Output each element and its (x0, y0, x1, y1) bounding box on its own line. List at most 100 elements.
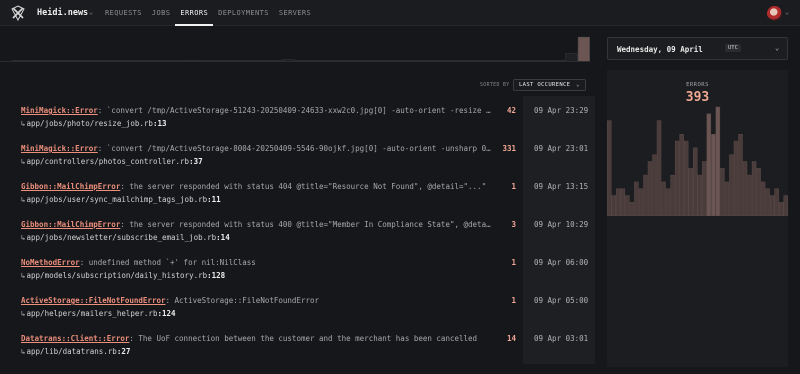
error-location: ↳app/jobs/user/sync_mailchimp_tags_job.r… (21, 195, 221, 204)
histogram-bar[interactable] (747, 174, 752, 216)
histogram-bar[interactable] (643, 174, 648, 216)
histogram-bar[interactable] (774, 188, 779, 216)
histogram-bar[interactable] (756, 168, 761, 216)
app-name[interactable]: Heidi.news (37, 8, 88, 18)
error-class-link[interactable]: ActiveStorage::FileNotFoundError (21, 296, 166, 305)
histogram-bar[interactable] (702, 161, 707, 217)
histogram-bar[interactable] (607, 120, 612, 216)
error-summary: Gibbon::MailChimpError: the server respo… (21, 220, 493, 229)
histogram-bar[interactable] (760, 181, 766, 216)
error-count: 1 (511, 296, 516, 305)
error-class-link[interactable]: Gibbon::MailChimpError (21, 182, 120, 191)
error-count: 1 (511, 258, 516, 267)
histogram-bar[interactable] (683, 140, 689, 216)
nav-tab-requests[interactable]: REQUESTS (100, 0, 147, 26)
histogram-bar[interactable] (693, 147, 698, 216)
histogram-bar[interactable] (661, 181, 666, 216)
error-count: 3 (511, 220, 516, 229)
nav-tab-deployments[interactable]: DEPLOYMENTS (213, 0, 274, 26)
error-row[interactable]: Datatrans::Client::Error: The UoF connec… (0, 334, 600, 372)
return-arrow-icon: ↳ (21, 347, 26, 356)
return-arrow-icon: ↳ (21, 271, 26, 280)
nav-tab-errors[interactable]: ERRORS (175, 0, 214, 26)
histogram-bar[interactable] (638, 188, 644, 216)
error-summary: Gibbon::MailChimpError: the server respo… (21, 182, 493, 191)
histogram-bar[interactable] (706, 113, 712, 216)
divider (0, 61, 590, 62)
histogram-bar[interactable] (738, 134, 743, 216)
histogram-bar[interactable] (751, 161, 757, 217)
histogram-bar[interactable] (688, 168, 693, 216)
histogram-bar[interactable] (742, 161, 748, 217)
histogram-bar[interactable] (765, 188, 770, 216)
timeline-histogram[interactable] (12, 36, 590, 62)
error-class-link[interactable]: Gibbon::MailChimpError (21, 220, 120, 229)
error-location: ↳app/jobs/newsletter/subscribe_email_job… (21, 233, 230, 242)
error-file-path: app/models/subscription/daily_history.rb (26, 271, 208, 280)
error-row[interactable]: Gibbon::MailChimpError: the server respo… (0, 182, 600, 220)
error-row[interactable]: MiniMagick::Error: `convert /tmp/ActiveS… (0, 144, 600, 182)
error-class-link[interactable]: MiniMagick::Error (21, 106, 98, 115)
error-count: 14 (506, 334, 516, 343)
histogram-bar[interactable] (679, 134, 684, 216)
error-last-seen: 09 Apr 05:00 (534, 296, 589, 305)
histogram-bar[interactable] (729, 154, 734, 216)
error-row[interactable]: NoMethodError: undefined method `+' for … (0, 258, 600, 296)
histogram-bar[interactable] (674, 140, 680, 216)
error-message: : `convert /tmp/ActiveStorage-8004-20250… (97, 144, 493, 153)
error-last-seen: 09 Apr 13:15 (534, 182, 589, 191)
error-location: ↳app/controllers/photos_controller.rb:37 (21, 157, 203, 166)
error-file-path: app/controllers/photos_controller.rb (26, 157, 190, 166)
histogram-bar[interactable] (733, 140, 739, 216)
error-count: 1 (511, 182, 516, 191)
error-message: : the server responded with status 404 @… (120, 182, 487, 191)
histogram-bar[interactable] (665, 188, 671, 216)
error-row[interactable]: Gibbon::MailChimpError: the server respo… (0, 220, 600, 258)
histogram-bar[interactable] (769, 195, 775, 216)
error-class-link[interactable]: MiniMagick::Error (21, 144, 98, 153)
histogram-bar[interactable] (656, 120, 662, 216)
histogram-bar[interactable] (779, 202, 784, 216)
histogram-bar[interactable] (577, 36, 590, 62)
histogram-bar[interactable] (783, 195, 788, 216)
histogram-bar[interactable] (670, 174, 675, 216)
histogram-bar[interactable] (620, 188, 626, 216)
error-row[interactable]: ActiveStorage::FileNotFoundError: Active… (0, 296, 600, 334)
chevron-down-icon[interactable]: ⌄ (785, 8, 789, 16)
error-location: ↳app/models/subscription/daily_history.r… (21, 271, 225, 280)
histogram-bar[interactable] (647, 161, 653, 217)
user-avatar-icon[interactable] (767, 6, 782, 21)
nav-tab-servers[interactable]: SERVERS (274, 0, 316, 26)
chevron-down-icon[interactable]: ⌄ (89, 8, 93, 16)
error-row[interactable]: MiniMagick::Error: `convert /tmp/ActiveS… (0, 106, 600, 144)
error-location: ↳app/lib/datatrans.rb:27 (21, 347, 130, 356)
histogram-bar[interactable] (611, 195, 617, 216)
error-class-link[interactable]: Datatrans::Client::Error (21, 334, 129, 343)
histogram-bar[interactable] (634, 181, 639, 216)
chevron-down-icon: ⌄ (576, 81, 580, 88)
error-line-number: :27 (116, 347, 131, 356)
error-class-link[interactable]: NoMethodError (21, 258, 80, 267)
histogram-bar[interactable] (715, 106, 721, 216)
histogram-bar[interactable] (629, 202, 635, 216)
errors-summary-label: ERRORS (686, 82, 709, 88)
histogram-bar[interactable] (711, 134, 716, 216)
histogram-bar[interactable] (697, 174, 702, 216)
histogram-bar[interactable] (616, 188, 621, 216)
error-summary: MiniMagick::Error: `convert /tmp/ActiveS… (21, 144, 493, 153)
histogram-bar[interactable] (720, 168, 725, 216)
date-picker[interactable]: Wednesday, 09 April UTC ⌄ (607, 37, 788, 60)
x-shield-logo-icon[interactable] (10, 5, 26, 21)
top-navigation-bar: Heidi.news ⌄ REQUESTS JOBS ERRORS DEPLOY… (0, 0, 800, 26)
sort-select[interactable]: LAST OCCURENCE ⌄ (513, 79, 586, 91)
error-message: : The UoF connection between the custome… (129, 334, 478, 343)
return-arrow-icon: ↳ (21, 157, 26, 166)
sort-label: SORTED BY (480, 83, 510, 88)
errors-histogram[interactable] (607, 105, 788, 216)
nav-tab-jobs[interactable]: JOBS (147, 0, 175, 26)
histogram-bar[interactable] (724, 181, 730, 216)
error-summary: ActiveStorage::FileNotFoundError: Active… (21, 296, 493, 305)
error-summary: NoMethodError: undefined method `+' for … (21, 258, 493, 267)
histogram-bar[interactable] (625, 195, 630, 216)
histogram-bar[interactable] (652, 154, 657, 216)
